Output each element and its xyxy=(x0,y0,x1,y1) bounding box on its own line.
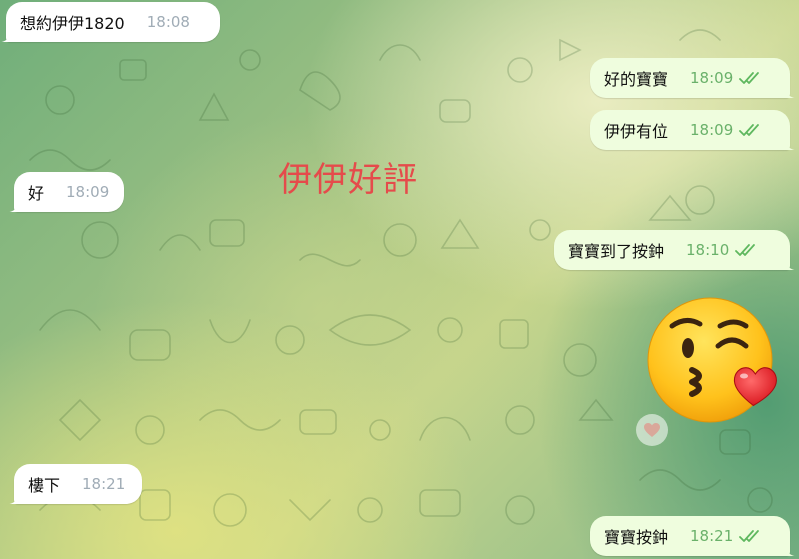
message-text: 好的寶寶 xyxy=(604,70,669,89)
message-bubble-outgoing[interactable]: 好的寶寶 18:09 xyxy=(590,58,797,98)
kissing-face-with-heart-icon[interactable] xyxy=(644,296,780,424)
read-double-check-icon xyxy=(739,530,760,542)
message-bubble-outgoing[interactable]: 寶寶按鈡 18:21 xyxy=(590,516,797,556)
message-bubble-incoming[interactable]: 樓下 18:21 xyxy=(7,464,142,504)
read-double-check-icon xyxy=(735,244,756,256)
message-text: 樓下 xyxy=(28,476,61,495)
message-time: 18:21 xyxy=(690,527,734,545)
sticker-reaction[interactable] xyxy=(636,414,668,446)
message-time: 18:09 xyxy=(690,69,734,87)
message-text: 想約伊伊1820 xyxy=(20,14,125,33)
message-text: 好 xyxy=(28,184,45,203)
message-text: 寶寶到了按鈡 xyxy=(568,242,665,261)
read-double-check-icon xyxy=(739,72,760,84)
message-time: 18:09 xyxy=(690,121,734,139)
overlay-title: 伊伊好評 xyxy=(278,160,418,200)
message-time: 18:08 xyxy=(146,13,190,31)
message-bubble-outgoing[interactable]: 伊伊有位 18:09 xyxy=(590,110,797,150)
read-double-check-icon xyxy=(739,124,760,136)
message-time: 18:10 xyxy=(686,241,730,259)
message-time: 18:09 xyxy=(66,183,110,201)
message-bubble-incoming[interactable]: 好 18:09 xyxy=(7,172,124,212)
message-time: 18:21 xyxy=(82,475,126,493)
message-bubble-incoming[interactable]: 想約伊伊1820 18:08 xyxy=(0,2,220,42)
heart-icon xyxy=(644,423,660,437)
message-bubble-outgoing[interactable]: 寶寶到了按鈡 18:10 xyxy=(554,230,797,270)
message-text: 伊伊有位 xyxy=(604,122,669,141)
message-text: 寶寶按鈡 xyxy=(604,528,669,547)
